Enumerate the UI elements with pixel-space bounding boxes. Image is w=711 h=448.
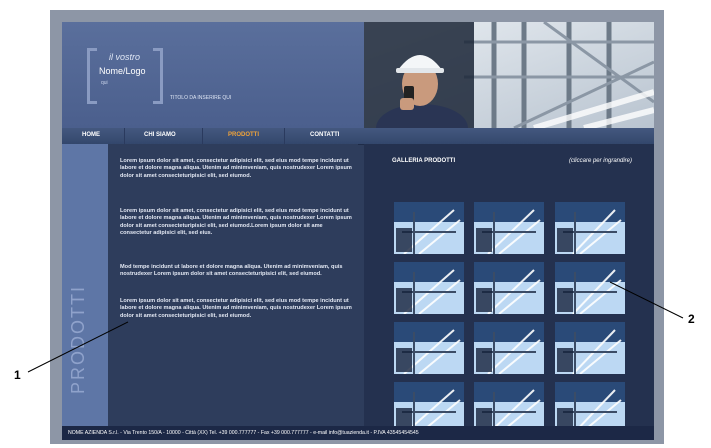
annotation-leader-1 bbox=[27, 321, 129, 373]
annotation-lines bbox=[27, 281, 684, 373]
annotation-label-2: 2 bbox=[688, 312, 695, 326]
annotation-leader-2 bbox=[609, 281, 684, 319]
annotation-label-1: 1 bbox=[14, 368, 21, 382]
